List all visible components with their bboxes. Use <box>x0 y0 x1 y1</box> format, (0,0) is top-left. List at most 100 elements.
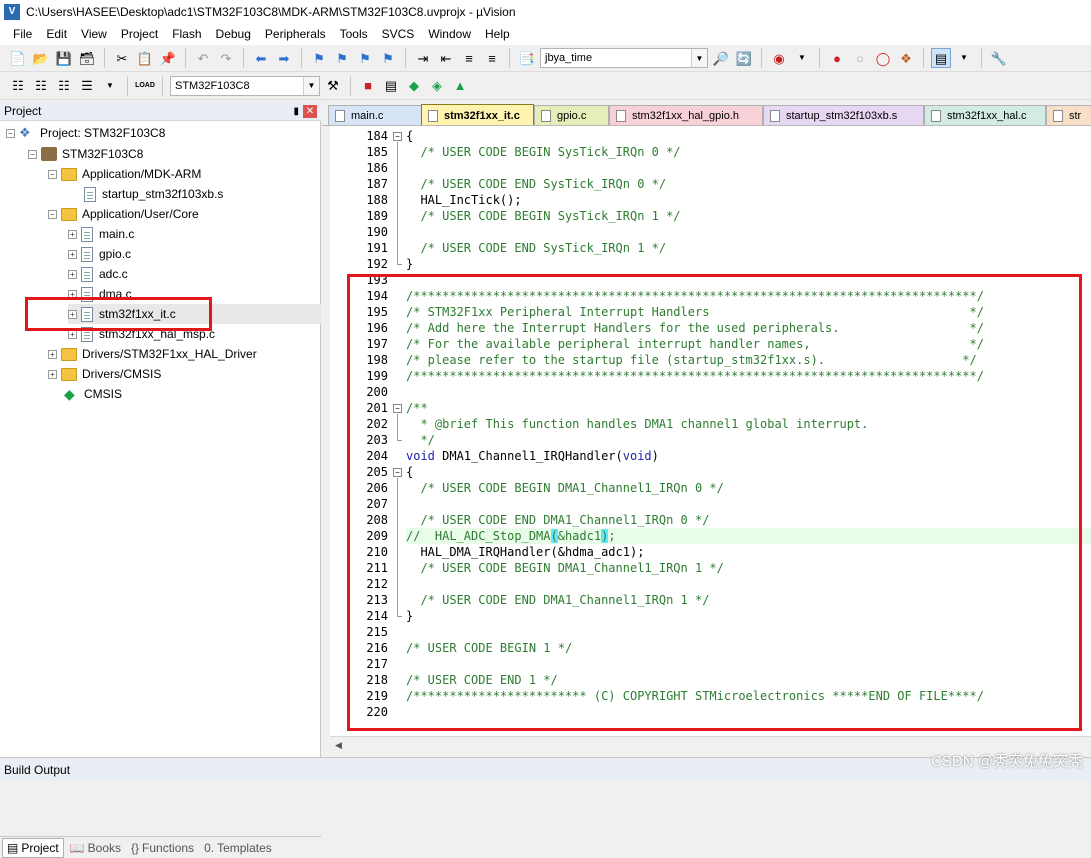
chevron-down-icon[interactable]: ▼ <box>954 48 974 68</box>
copy-icon[interactable]: 📋 <box>135 48 155 68</box>
tab-templates[interactable]: 0. Templates <box>200 838 276 858</box>
tab-overflow[interactable]: str <box>1046 105 1091 125</box>
collapse-icon[interactable]: − <box>28 149 37 159</box>
fold-toggle-icon[interactable]: − <box>393 132 402 141</box>
tree-label: main.c <box>99 227 135 241</box>
nav-forward-icon[interactable]: ➡ <box>274 48 294 68</box>
wrench-icon[interactable]: 🔧 <box>989 48 1009 68</box>
target-select[interactable]: STM32F103C8 ▼ <box>170 75 320 96</box>
unindent-icon[interactable]: ⇤ <box>436 48 456 68</box>
tree-project-root[interactable]: − ❖ Project: STM32F103C8 <box>6 123 165 143</box>
menu-peripherals[interactable]: Peripherals <box>258 27 333 41</box>
tree-file-adc[interactable]: + adc.c <box>68 264 128 284</box>
expand-icon[interactable]: + <box>68 229 77 239</box>
paste-icon[interactable]: 📌 <box>158 48 178 68</box>
run-time-environment-icon[interactable]: ▲ <box>450 76 470 96</box>
chevron-down-icon[interactable]: ▼ <box>303 76 319 95</box>
redo-icon[interactable]: ↷ <box>216 48 236 68</box>
batch-build-icon[interactable]: ☰ <box>77 76 97 96</box>
tab-stm32f1xx-it-c[interactable]: stm32f1xx_it.c <box>421 104 534 125</box>
nav-back-icon[interactable]: ⬅ <box>251 48 271 68</box>
tree-group-hal-driver[interactable]: + Drivers/STM32F1xx_HAL_Driver <box>48 344 257 364</box>
cut-icon[interactable]: ✂ <box>112 48 132 68</box>
tab-hal-c[interactable]: stm32f1xx_hal.c <box>924 105 1046 125</box>
chevron-down-icon[interactable]: ▼ <box>792 48 812 68</box>
collapse-icon[interactable]: − <box>48 209 57 219</box>
kill-breakpoints-icon[interactable]: ❖ <box>896 48 916 68</box>
build-icon[interactable]: ☷ <box>31 76 51 96</box>
tab-main-c[interactable]: main.c <box>328 105 422 125</box>
translate-icon[interactable]: ☷ <box>8 76 28 96</box>
save-icon[interactable]: 💾 <box>54 48 74 68</box>
load-download-icon[interactable]: LOAD <box>135 76 155 96</box>
tree-file-startup[interactable]: startup_stm32f103xb.s <box>84 184 223 204</box>
undo-icon[interactable]: ↶ <box>193 48 213 68</box>
menu-file[interactable]: File <box>6 27 39 41</box>
find-in-files-icon[interactable]: 📑 <box>517 48 537 68</box>
indent-icon[interactable]: ⇥ <box>413 48 433 68</box>
tree-target[interactable]: − STM32F103C8 <box>28 144 143 164</box>
pack-installer-icon[interactable]: ◆ <box>404 76 424 96</box>
next-bookmark-icon[interactable]: ⚑ <box>355 48 375 68</box>
rebuild-icon[interactable]: ☷ <box>54 76 74 96</box>
disable-breakpoint-icon[interactable]: ○ <box>850 48 870 68</box>
menu-view[interactable]: View <box>74 27 114 41</box>
target-options-icon[interactable]: ⚒ <box>323 76 343 96</box>
menu-debug[interactable]: Debug <box>209 27 258 41</box>
clear-breakpoints-icon[interactable]: ◯ <box>873 48 893 68</box>
tree-file-gpio[interactable]: + gpio.c <box>68 244 131 264</box>
tab-project[interactable]: ▤ Project <box>2 837 64 858</box>
scroll-left-icon[interactable]: ◀ <box>330 740 347 751</box>
pin-icon[interactable]: ▮ <box>293 106 299 117</box>
tab-gpio-c[interactable]: gpio.c <box>534 105 609 125</box>
find-combo-value: jbya_time <box>545 52 593 64</box>
menu-svcs[interactable]: SVCS <box>375 27 422 41</box>
manage-components-icon[interactable]: ■ <box>358 76 378 96</box>
tree-file-main[interactable]: + main.c <box>68 224 134 244</box>
tab-startup-s[interactable]: startup_stm32f103xb.s <box>763 105 924 125</box>
project-panel-header: Project ▮ ✕ <box>0 102 321 121</box>
chevron-down-icon[interactable]: ▼ <box>691 49 707 67</box>
tab-hal-gpio-h[interactable]: stm32f1xx_hal_gpio.h <box>609 105 763 125</box>
tree-group-cmsis[interactable]: + Drivers/CMSIS <box>48 364 161 384</box>
breakpoint-icon[interactable]: ● <box>827 48 847 68</box>
clear-bookmarks-icon[interactable]: ⚑ <box>378 48 398 68</box>
find-combo[interactable]: jbya_time ▼ <box>540 48 708 68</box>
expand-icon[interactable]: + <box>68 249 77 259</box>
expand-icon[interactable]: + <box>48 369 57 379</box>
new-file-icon[interactable]: 📄 <box>8 48 28 68</box>
file-extensions-icon[interactable]: ▤ <box>381 76 401 96</box>
window-layout-icon[interactable]: ▤ <box>931 48 951 68</box>
tab-books[interactable]: 📖 Books <box>66 838 125 858</box>
tree-group-user-core[interactable]: − Application/User/Core <box>48 204 199 224</box>
replace-icon[interactable]: 🔄 <box>734 48 754 68</box>
find-icon[interactable]: 🔎 <box>711 48 731 68</box>
bookmark-icon[interactable]: ⚑ <box>309 48 329 68</box>
tree-label: adc.c <box>99 267 128 281</box>
menu-window[interactable]: Window <box>421 27 478 41</box>
save-all-icon[interactable]: 🗃 <box>77 48 97 68</box>
expand-icon[interactable]: + <box>48 349 57 359</box>
line-number: 191 <box>366 241 388 255</box>
menu-project[interactable]: Project <box>114 27 165 41</box>
select-software-packs-icon[interactable]: ◈ <box>427 76 447 96</box>
build-output-bar[interactable]: Build Output <box>0 757 1091 781</box>
prev-bookmark-icon[interactable]: ⚑ <box>332 48 352 68</box>
open-folder-icon[interactable]: 📂 <box>31 48 51 68</box>
tree-cmsis-component[interactable]: ◆ CMSIS <box>64 384 122 404</box>
menu-edit[interactable]: Edit <box>39 27 74 41</box>
menu-help[interactable]: Help <box>478 27 517 41</box>
tab-functions[interactable]: {} Functions <box>127 838 198 858</box>
comment-icon[interactable]: ≡ <box>459 48 479 68</box>
collapse-icon[interactable]: − <box>6 128 15 138</box>
tree-group-mdk-arm[interactable]: − Application/MDK-ARM <box>48 164 201 184</box>
close-icon[interactable]: ✕ <box>303 104 317 118</box>
menu-tools[interactable]: Tools <box>333 27 375 41</box>
collapse-icon[interactable]: − <box>48 169 57 179</box>
menu-flash[interactable]: Flash <box>165 27 208 41</box>
chevron-down-icon[interactable]: ▼ <box>100 76 120 96</box>
debug-search-icon[interactable]: ◉ <box>769 48 789 68</box>
expand-icon[interactable]: + <box>68 269 77 279</box>
uncomment-icon[interactable]: ≡ <box>482 48 502 68</box>
file-icon <box>770 110 780 122</box>
